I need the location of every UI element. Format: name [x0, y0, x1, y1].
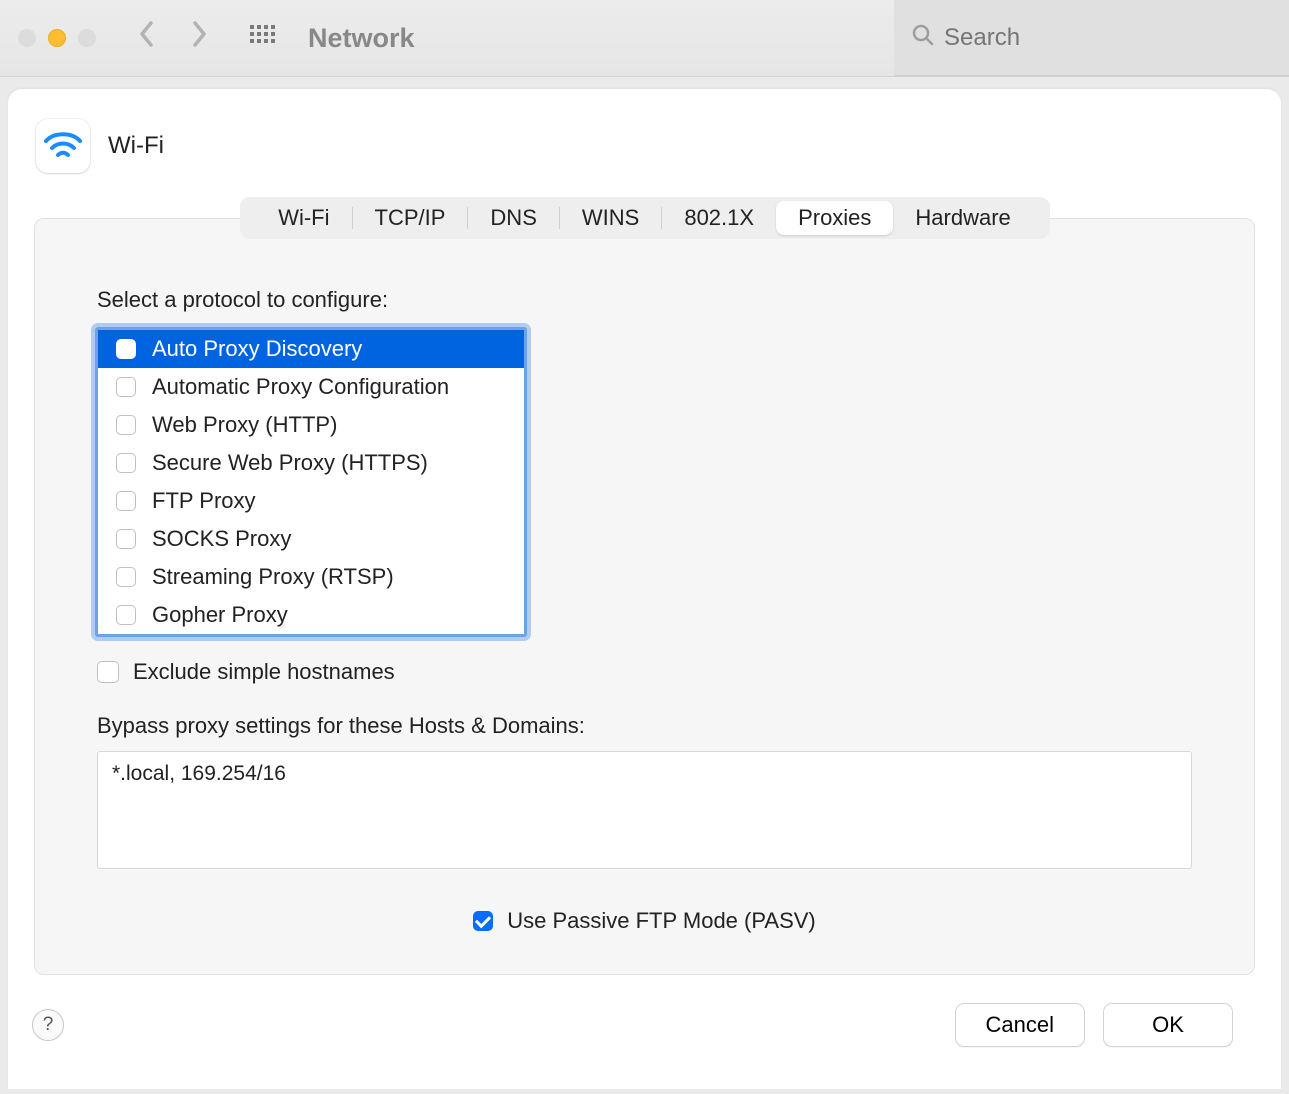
protocol-label: Gopher Proxy — [152, 602, 288, 628]
protocol-label: Streaming Proxy (RTSP) — [152, 564, 394, 590]
window-traffic-lights — [18, 29, 96, 47]
checkbox[interactable] — [116, 491, 136, 511]
all-preferences-icon[interactable] — [250, 25, 276, 51]
checkbox[interactable] — [116, 529, 136, 549]
protocol-label: Automatic Proxy Configuration — [152, 374, 449, 400]
tab-bar: Wi-Fi TCP/IP DNS WINS 802.1X Proxies Har… — [240, 197, 1050, 239]
checkbox[interactable] — [116, 605, 136, 625]
tab-wifi[interactable]: Wi-Fi — [256, 201, 351, 235]
search-field-wrap — [894, 0, 1289, 76]
protocol-item-auto-config[interactable]: Automatic Proxy Configuration — [98, 368, 524, 406]
sheet-backdrop: Wi-Fi Wi-Fi TCP/IP DNS WINS 802.1X Proxi… — [0, 77, 1289, 1094]
search-icon — [912, 24, 934, 51]
protocol-label: FTP Proxy — [152, 488, 256, 514]
checkbox[interactable] — [116, 339, 136, 359]
search-input[interactable] — [944, 24, 1289, 52]
back-button[interactable] — [128, 20, 166, 56]
exclude-hostnames-row[interactable]: Exclude simple hostnames — [97, 659, 1192, 685]
tab-proxies[interactable]: Proxies — [776, 201, 893, 235]
protocol-label: Auto Proxy Discovery — [152, 336, 362, 362]
checkbox[interactable] — [116, 377, 136, 397]
protocol-list[interactable]: Auto Proxy Discovery Automatic Proxy Con… — [95, 327, 527, 637]
interface-name: Wi-Fi — [108, 132, 164, 160]
protocol-item-socks[interactable]: SOCKS Proxy — [98, 520, 524, 558]
exclude-hostnames-checkbox[interactable] — [97, 661, 119, 683]
button-row: Cancel OK — [955, 1003, 1233, 1047]
proxies-panel: Select a protocol to configure: Auto Pro… — [34, 218, 1255, 975]
protocol-item-gopher[interactable]: Gopher Proxy — [98, 596, 524, 634]
protocol-item-https[interactable]: Secure Web Proxy (HTTPS) — [98, 444, 524, 482]
minimize-window-button[interactable] — [48, 29, 66, 47]
tab-tcpip[interactable]: TCP/IP — [353, 201, 468, 235]
help-button[interactable]: ? — [32, 1009, 64, 1041]
pasv-checkbox[interactable] — [473, 911, 493, 931]
protocol-item-http[interactable]: Web Proxy (HTTP) — [98, 406, 524, 444]
protocol-section-label: Select a protocol to configure: — [97, 287, 1192, 313]
exclude-hostnames-label: Exclude simple hostnames — [133, 659, 395, 685]
advanced-sheet: Wi-Fi Wi-Fi TCP/IP DNS WINS 802.1X Proxi… — [8, 89, 1281, 1089]
ok-button[interactable]: OK — [1103, 1003, 1233, 1047]
maximize-window-button[interactable] — [78, 29, 96, 47]
bypass-input[interactable] — [97, 751, 1192, 869]
pasv-label: Use Passive FTP Mode (PASV) — [507, 908, 816, 934]
checkbox[interactable] — [116, 567, 136, 587]
wifi-icon — [36, 119, 90, 173]
protocol-label: SOCKS Proxy — [152, 526, 291, 552]
checkbox[interactable] — [116, 415, 136, 435]
protocol-label: Secure Web Proxy (HTTPS) — [152, 450, 428, 476]
sheet-footer: ? Cancel OK — [8, 975, 1281, 1047]
window-title: Network — [308, 23, 415, 54]
pasv-row[interactable]: Use Passive FTP Mode (PASV) — [97, 908, 1192, 934]
interface-header: Wi-Fi — [8, 119, 1281, 197]
checkbox[interactable] — [116, 453, 136, 473]
window-toolbar: Network — [0, 0, 1289, 77]
tab-hardware[interactable]: Hardware — [893, 201, 1032, 235]
cancel-button[interactable]: Cancel — [955, 1003, 1085, 1047]
tab-8021x[interactable]: 802.1X — [662, 201, 776, 235]
protocol-item-rtsp[interactable]: Streaming Proxy (RTSP) — [98, 558, 524, 596]
protocol-label: Web Proxy (HTTP) — [152, 412, 337, 438]
close-window-button[interactable] — [18, 29, 36, 47]
protocol-item-ftp[interactable]: FTP Proxy — [98, 482, 524, 520]
tab-dns[interactable]: DNS — [468, 201, 558, 235]
protocol-item-auto-discovery[interactable]: Auto Proxy Discovery — [98, 330, 524, 368]
tab-wins[interactable]: WINS — [560, 201, 661, 235]
bypass-label: Bypass proxy settings for these Hosts & … — [97, 713, 1192, 739]
forward-button[interactable] — [180, 20, 218, 56]
